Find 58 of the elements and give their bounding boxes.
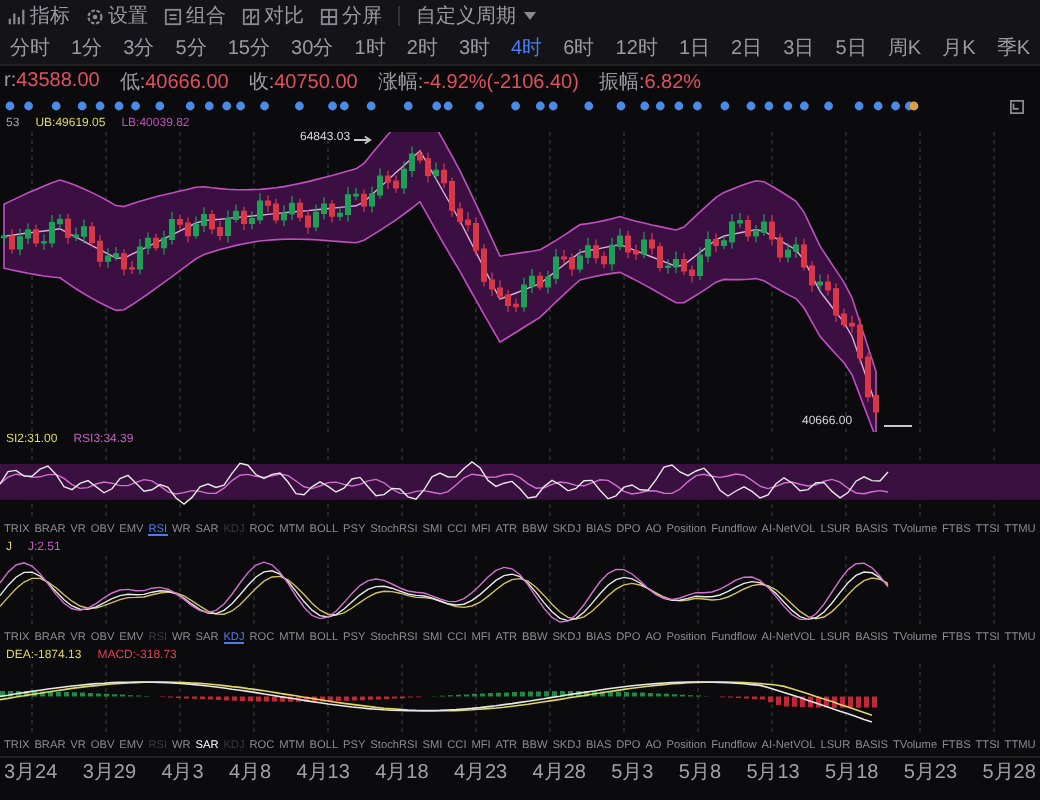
date-label: 5月23 — [903, 759, 958, 785]
quote-label: 低: — [119, 71, 146, 93]
period-tab[interactable]: 月K — [940, 34, 978, 62]
toolbar-button[interactable]: 分屏 — [320, 2, 382, 30]
toolbar-button[interactable]: 指标 — [8, 2, 70, 30]
date-label: 4月28 — [532, 759, 586, 785]
date-label: 3月24 — [4, 759, 58, 785]
quote-value: 40750.00 — [274, 71, 358, 93]
period-tab[interactable]: 5日 — [833, 34, 869, 62]
layers-icon — [164, 7, 182, 25]
date-label: 5月8 — [678, 759, 722, 785]
date-label: 5月28 — [982, 759, 1036, 785]
quote-label: 振幅: — [598, 71, 645, 93]
quote-label: r: — [4, 70, 17, 92]
date-label: 4月13 — [296, 759, 350, 785]
period-tab[interactable]: 分时 — [8, 34, 52, 62]
custom-period-dropdown[interactable]: 自定义周期 — [416, 2, 536, 30]
period-tab[interactable]: 30分 — [289, 34, 336, 62]
period-tab[interactable]: 3日 — [781, 34, 817, 62]
period-tab[interactable]: 6时 — [561, 34, 597, 62]
arrow-icon — [354, 134, 372, 146]
date-label: 3月29 — [82, 759, 137, 785]
date-label: 4月8 — [228, 759, 272, 785]
period-tab[interactable]: 季K — [994, 34, 1032, 62]
toolbar-button[interactable]: 对比 — [242, 2, 304, 30]
period-tab[interactable]: 周K — [885, 34, 924, 62]
quote-label: 收: — [248, 71, 275, 93]
quote-value: 6.82% — [644, 71, 702, 93]
period-tab[interactable]: 4时 — [509, 34, 545, 62]
date-label: 5月3 — [611, 759, 654, 785]
period-tab[interactable]: 3时 — [456, 34, 492, 62]
period-tab[interactable]: 1时 — [352, 34, 388, 62]
quote-value: 43588.00 — [16, 70, 100, 92]
quote-label: 涨幅: — [377, 71, 424, 93]
caret-icon — [524, 12, 536, 20]
date-label: 4月3 — [161, 759, 204, 785]
expand-icon[interactable] — [1010, 99, 1024, 113]
date-label: 4月23 — [453, 759, 508, 785]
toolbar-button[interactable]: 设置 — [86, 2, 148, 30]
split-screen-icon — [320, 7, 338, 25]
period-tab[interactable]: 12时 — [613, 34, 660, 62]
period-tab[interactable]: 2时 — [404, 34, 440, 62]
period-tab[interactable]: 5分 — [173, 34, 209, 62]
period-tab[interactable]: 3分 — [121, 34, 157, 62]
period-tab[interactable]: 15分 — [225, 34, 272, 62]
chart-icon — [8, 7, 26, 25]
date-label: 4月18 — [375, 759, 429, 785]
date-label: 5月18 — [825, 759, 879, 785]
compare-icon — [242, 7, 260, 25]
leader-line — [884, 422, 912, 430]
period-tab[interactable]: 1分 — [69, 34, 105, 62]
quote-value: -4.92%(-2106.40) — [423, 71, 579, 93]
settings-icon — [86, 7, 104, 25]
date-label: 5月13 — [746, 759, 800, 785]
period-tab[interactable]: 2日 — [729, 34, 765, 62]
toolbar-button[interactable]: 组合 — [164, 2, 226, 30]
quote-value: 40666.00 — [145, 71, 229, 93]
period-tab[interactable]: 1日 — [676, 34, 712, 62]
